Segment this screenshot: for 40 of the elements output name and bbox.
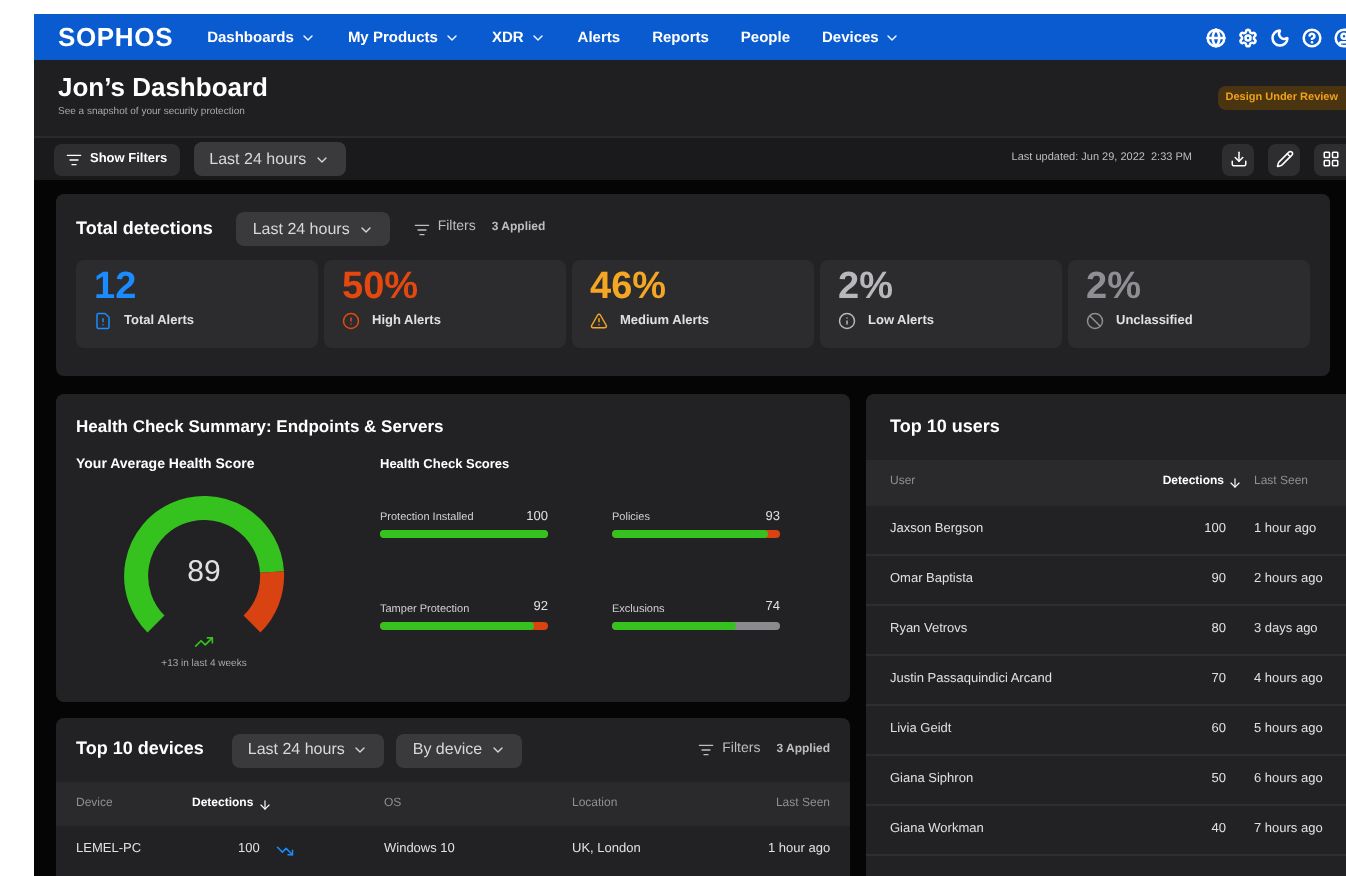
trend-down-icon [275, 841, 294, 859]
panel-title: Health Check Summary: Endpoints & Servers [76, 414, 446, 440]
filter-icon [413, 221, 430, 237]
download-icon [1229, 150, 1247, 168]
panel-title: Top 10 users [888, 413, 1002, 440]
grid-icon [1321, 150, 1339, 168]
pencil-icon [1275, 150, 1293, 168]
dashboard-title: Jon’s Dashboard [58, 74, 268, 101]
time-range-dropdown[interactable]: Last 24 hours [236, 212, 390, 246]
alert-circle-icon [342, 312, 360, 331]
file-alert-icon [94, 312, 112, 331]
slash-circle-icon [1086, 312, 1104, 331]
info-icon [838, 312, 856, 331]
chevron-down-icon [352, 742, 369, 758]
logo: SOPHOS [58, 19, 174, 56]
chevron-down-icon [490, 742, 507, 758]
grouping-dropdown[interactable]: By device [396, 733, 523, 767]
help-icon[interactable] [1302, 27, 1322, 47]
moon-icon[interactable] [1270, 27, 1290, 47]
sort-arrow-icon [257, 797, 272, 811]
panel-title: Total detections [76, 215, 213, 242]
add-widget-button[interactable] [1314, 143, 1346, 175]
settings-icon[interactable] [1238, 27, 1258, 47]
time-range-dropdown[interactable]: Last 24 hours [193, 142, 347, 176]
stat-value: 50% [342, 268, 421, 306]
stat-value: 12 [94, 268, 139, 306]
warning-icon [590, 312, 608, 331]
stat-value: 46% [590, 268, 669, 306]
edit-button[interactable] [1268, 143, 1300, 175]
trend-up-icon [194, 632, 214, 653]
filter-icon [698, 742, 715, 758]
health-score: 89 [187, 557, 221, 588]
globe-icon[interactable] [1206, 27, 1226, 47]
sort-arrow-icon [1228, 476, 1242, 490]
panel-title: Top 10 devices [76, 736, 204, 763]
stat-value: 2% [838, 268, 895, 306]
filter-icon [66, 151, 82, 167]
download-button[interactable] [1222, 143, 1254, 175]
stat-value: 2% [1086, 268, 1143, 306]
time-range-dropdown[interactable]: Last 24 hours [231, 733, 385, 767]
